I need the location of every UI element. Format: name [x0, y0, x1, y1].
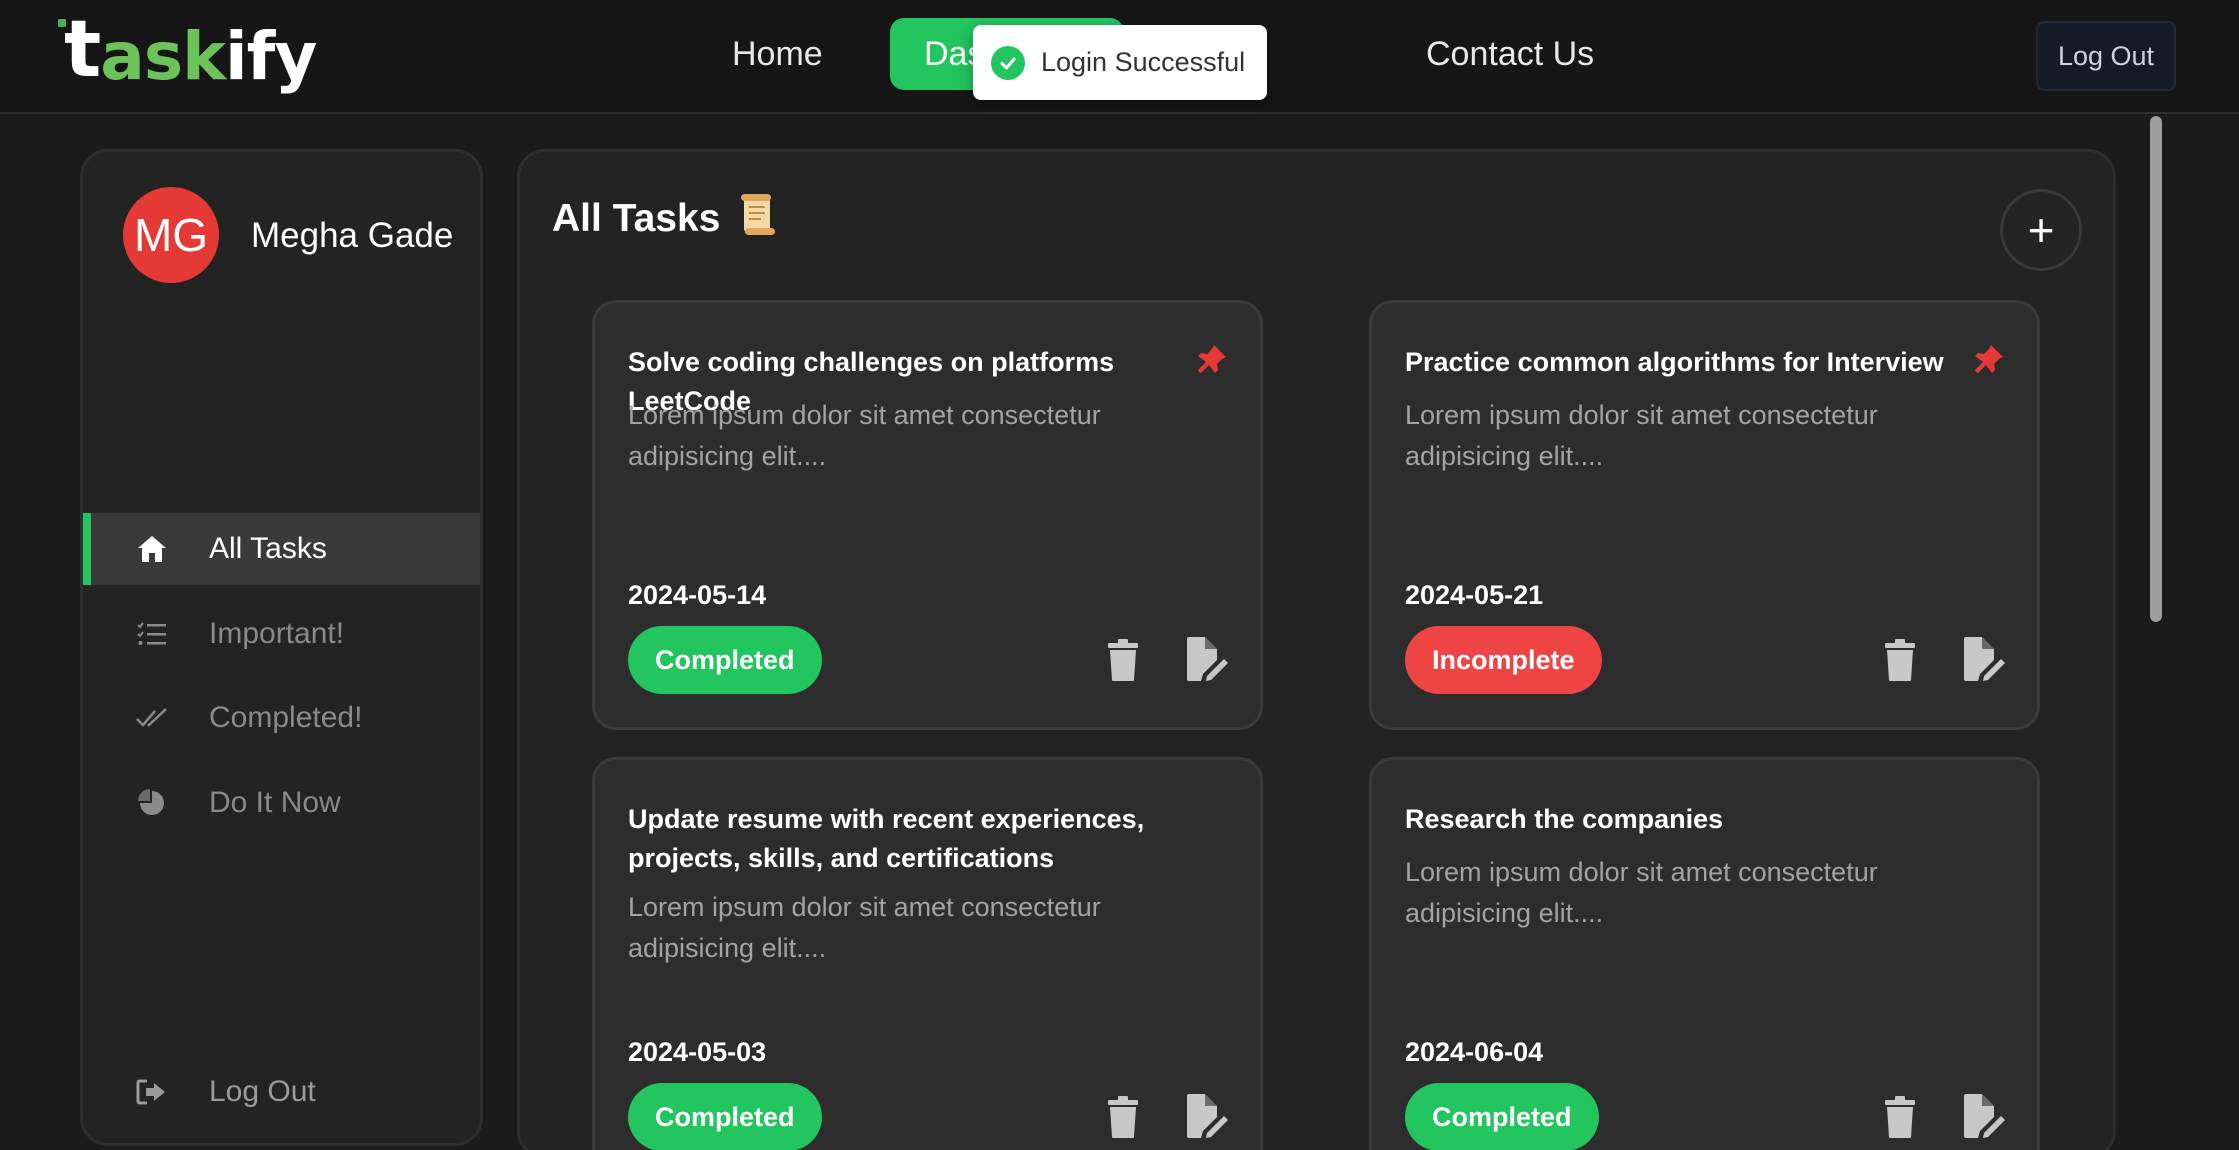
sidebar-item-label: Do It Now [209, 786, 341, 819]
add-task-button[interactable]: + [2000, 189, 2082, 271]
task-date: 2024-05-21 [1405, 580, 1544, 610]
edit-icon[interactable] [1962, 1093, 2006, 1139]
task-description: Lorem ipsum dolor sit amet consectetur a… [1405, 400, 1878, 471]
task-date: 2024-05-03 [628, 1037, 767, 1067]
login-toast: Login Successful [973, 25, 1267, 100]
pin-icon[interactable] [1973, 343, 2005, 375]
nav-contact-link[interactable]: Contact Us [1392, 18, 1628, 90]
sidebar-logout-label: Log Out [209, 1075, 316, 1108]
sidebar-item-important[interactable]: Important! [83, 598, 480, 670]
double-check-icon [135, 701, 169, 735]
check-circle-icon [991, 45, 1025, 80]
scroll-icon [738, 192, 778, 246]
sidebar-item-label: Important! [209, 617, 345, 650]
nav-home-link[interactable]: Home [698, 18, 857, 90]
sidebar-logout-button[interactable]: Log Out [83, 1056, 480, 1128]
task-status-button[interactable]: Completed [628, 626, 822, 694]
trash-icon[interactable] [1107, 1095, 1139, 1139]
user-name: Megha Gade [251, 216, 454, 255]
page-title: All Tasks [552, 192, 778, 246]
task-description: Lorem ipsum dolor sit amet consectetur a… [628, 892, 1101, 963]
task-card: Practice common algorithms for Interview… [1369, 300, 2040, 730]
sidebar-item-all-tasks[interactable]: All Tasks [83, 513, 480, 585]
pie-icon [135, 786, 169, 820]
task-card: Update resume with recent experiences, p… [592, 757, 1263, 1150]
trash-icon[interactable] [1884, 1095, 1916, 1139]
sign-out-icon [135, 1075, 169, 1109]
home-icon [135, 532, 169, 566]
task-description: Lorem ipsum dolor sit amet consectetur a… [628, 400, 1101, 471]
pin-icon[interactable] [1196, 343, 1228, 375]
sidebar-item-label: All Tasks [209, 532, 327, 565]
sidebar-item-completed[interactable]: Completed! [83, 682, 480, 754]
task-description: Lorem ipsum dolor sit amet consectetur a… [1405, 857, 1878, 928]
list-check-icon [135, 617, 169, 651]
edit-icon[interactable] [1185, 636, 1229, 682]
trash-icon[interactable] [1107, 638, 1139, 682]
task-title: Research the companies [1405, 804, 1724, 834]
task-status-button[interactable]: Completed [1405, 1083, 1599, 1150]
task-date: 2024-05-14 [628, 580, 767, 610]
task-status-button[interactable]: Completed [628, 1083, 822, 1150]
navbar-logout-button[interactable]: Log Out [2036, 21, 2176, 91]
toast-message: Login Successful [1041, 47, 1246, 77]
task-title: Update resume with recent experiences, p… [628, 804, 1145, 873]
task-card: Solve coding challenges on platforms Lee… [592, 300, 1263, 730]
task-title: Practice common algorithms for Interview [1405, 347, 1944, 377]
task-date: 2024-06-04 [1405, 1037, 1544, 1067]
avatar: MG [123, 187, 219, 283]
scrollbar-thumb[interactable] [2150, 116, 2162, 622]
sidebar-item-do-it-now[interactable]: Do It Now [83, 767, 480, 839]
trash-icon[interactable] [1884, 638, 1916, 682]
task-status-button[interactable]: Incomplete [1405, 626, 1602, 694]
page-title-text: All Tasks [552, 197, 721, 240]
edit-icon[interactable] [1962, 636, 2006, 682]
edit-icon[interactable] [1185, 1093, 1229, 1139]
task-card: Research the companies Lorem ipsum dolor… [1369, 757, 2040, 1150]
sidebar: MG Megha Gade All Tasks Important! Compl… [80, 149, 483, 1146]
sidebar-item-label: Completed! [209, 701, 363, 734]
